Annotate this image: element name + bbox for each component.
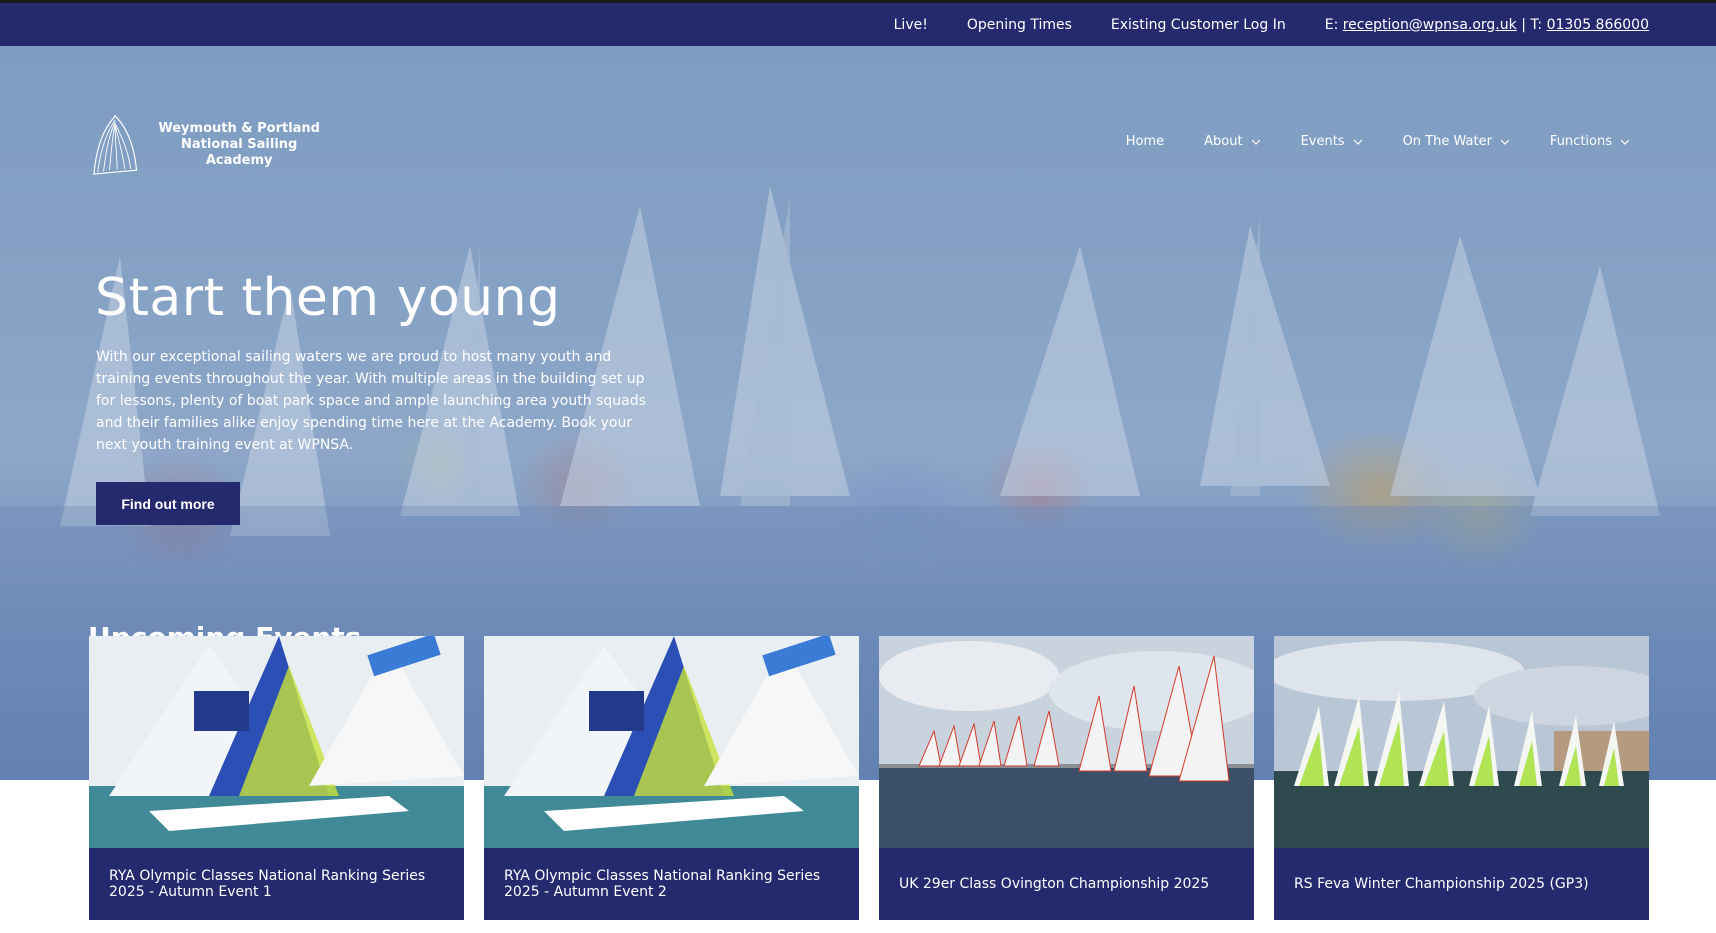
event-card[interactable]: UK 29er Class Ovington Championship 2025 [879, 636, 1254, 920]
event-image [1274, 636, 1649, 848]
main-navigation: Home About Events On The Water Functions [1086, 134, 1630, 149]
chevron-down-icon [1620, 139, 1630, 145]
nav-item-on-the-water[interactable]: On The Water [1403, 134, 1510, 149]
event-image [879, 636, 1254, 848]
event-card-list: RYA Olympic Classes National Ranking Ser… [89, 636, 1649, 920]
event-title: RS Feva Winter Championship 2025 (GP3) [1274, 848, 1649, 920]
dinghy-fleet-photo [1274, 636, 1649, 848]
opening-times-link[interactable]: Opening Times [967, 17, 1072, 33]
top-utility-bar: Live! Opening Times Existing Customer Lo… [0, 0, 1716, 46]
nav-about-label: About [1204, 134, 1243, 149]
chevron-down-icon [1353, 139, 1363, 145]
nav-home-label: Home [1125, 134, 1165, 149]
event-title: RYA Olympic Classes National Ranking Ser… [484, 848, 859, 920]
email-link[interactable]: reception@wpnsa.org.uk [1343, 17, 1517, 33]
email-prefix: E: [1324, 16, 1343, 33]
event-card[interactable]: RS Feva Winter Championship 2025 (GP3) [1274, 636, 1649, 920]
skiff-photo [484, 636, 859, 848]
logo-text: Weymouth & Portland National Sailing Aca… [148, 121, 330, 169]
event-title: UK 29er Class Ovington Championship 2025 [879, 848, 1254, 920]
phone-prefix: | T: [1516, 16, 1547, 33]
phone-link[interactable]: 01305 866000 [1547, 17, 1649, 33]
skiff-photo [89, 636, 464, 848]
sail-logo-icon [93, 115, 138, 175]
nav-events-label: Events [1300, 134, 1345, 149]
nav-functions-label: Functions [1549, 134, 1612, 149]
nav-item-functions[interactable]: Functions [1550, 134, 1630, 149]
nav-item-about[interactable]: About [1204, 134, 1260, 149]
event-card[interactable]: RYA Olympic Classes National Ranking Ser… [89, 636, 464, 920]
hero-description: With our exceptional sailing waters we a… [96, 349, 646, 453]
contact-info: E: reception@wpnsa.org.uk | T: 01305 866… [1325, 17, 1649, 33]
find-out-more-button[interactable]: Find out more [96, 482, 240, 525]
logo-line-1: Weymouth & Portland [158, 121, 320, 136]
live-link[interactable]: Live! [894, 17, 928, 33]
dinghy-fleet-photo [879, 636, 1254, 848]
chevron-down-icon [1500, 139, 1510, 145]
event-card[interactable]: RYA Olympic Classes National Ranking Ser… [484, 636, 859, 920]
event-title: RYA Olympic Classes National Ranking Ser… [89, 848, 464, 920]
logo-line-2: National Sailing Academy [181, 137, 298, 168]
customer-login-link[interactable]: Existing Customer Log In [1111, 17, 1286, 33]
event-image [89, 636, 464, 848]
nav-item-home[interactable]: Home [1126, 134, 1164, 149]
chevron-down-icon [1251, 139, 1260, 145]
page: Live! Opening Times Existing Customer Lo… [0, 0, 1716, 933]
nav-on-the-water-label: On The Water [1402, 134, 1492, 149]
hero-headline: Start them young [95, 268, 561, 328]
academy-logo[interactable]: Weymouth & Portland National Sailing Aca… [90, 112, 330, 178]
nav-item-events[interactable]: Events [1301, 134, 1363, 149]
event-image [484, 636, 859, 848]
